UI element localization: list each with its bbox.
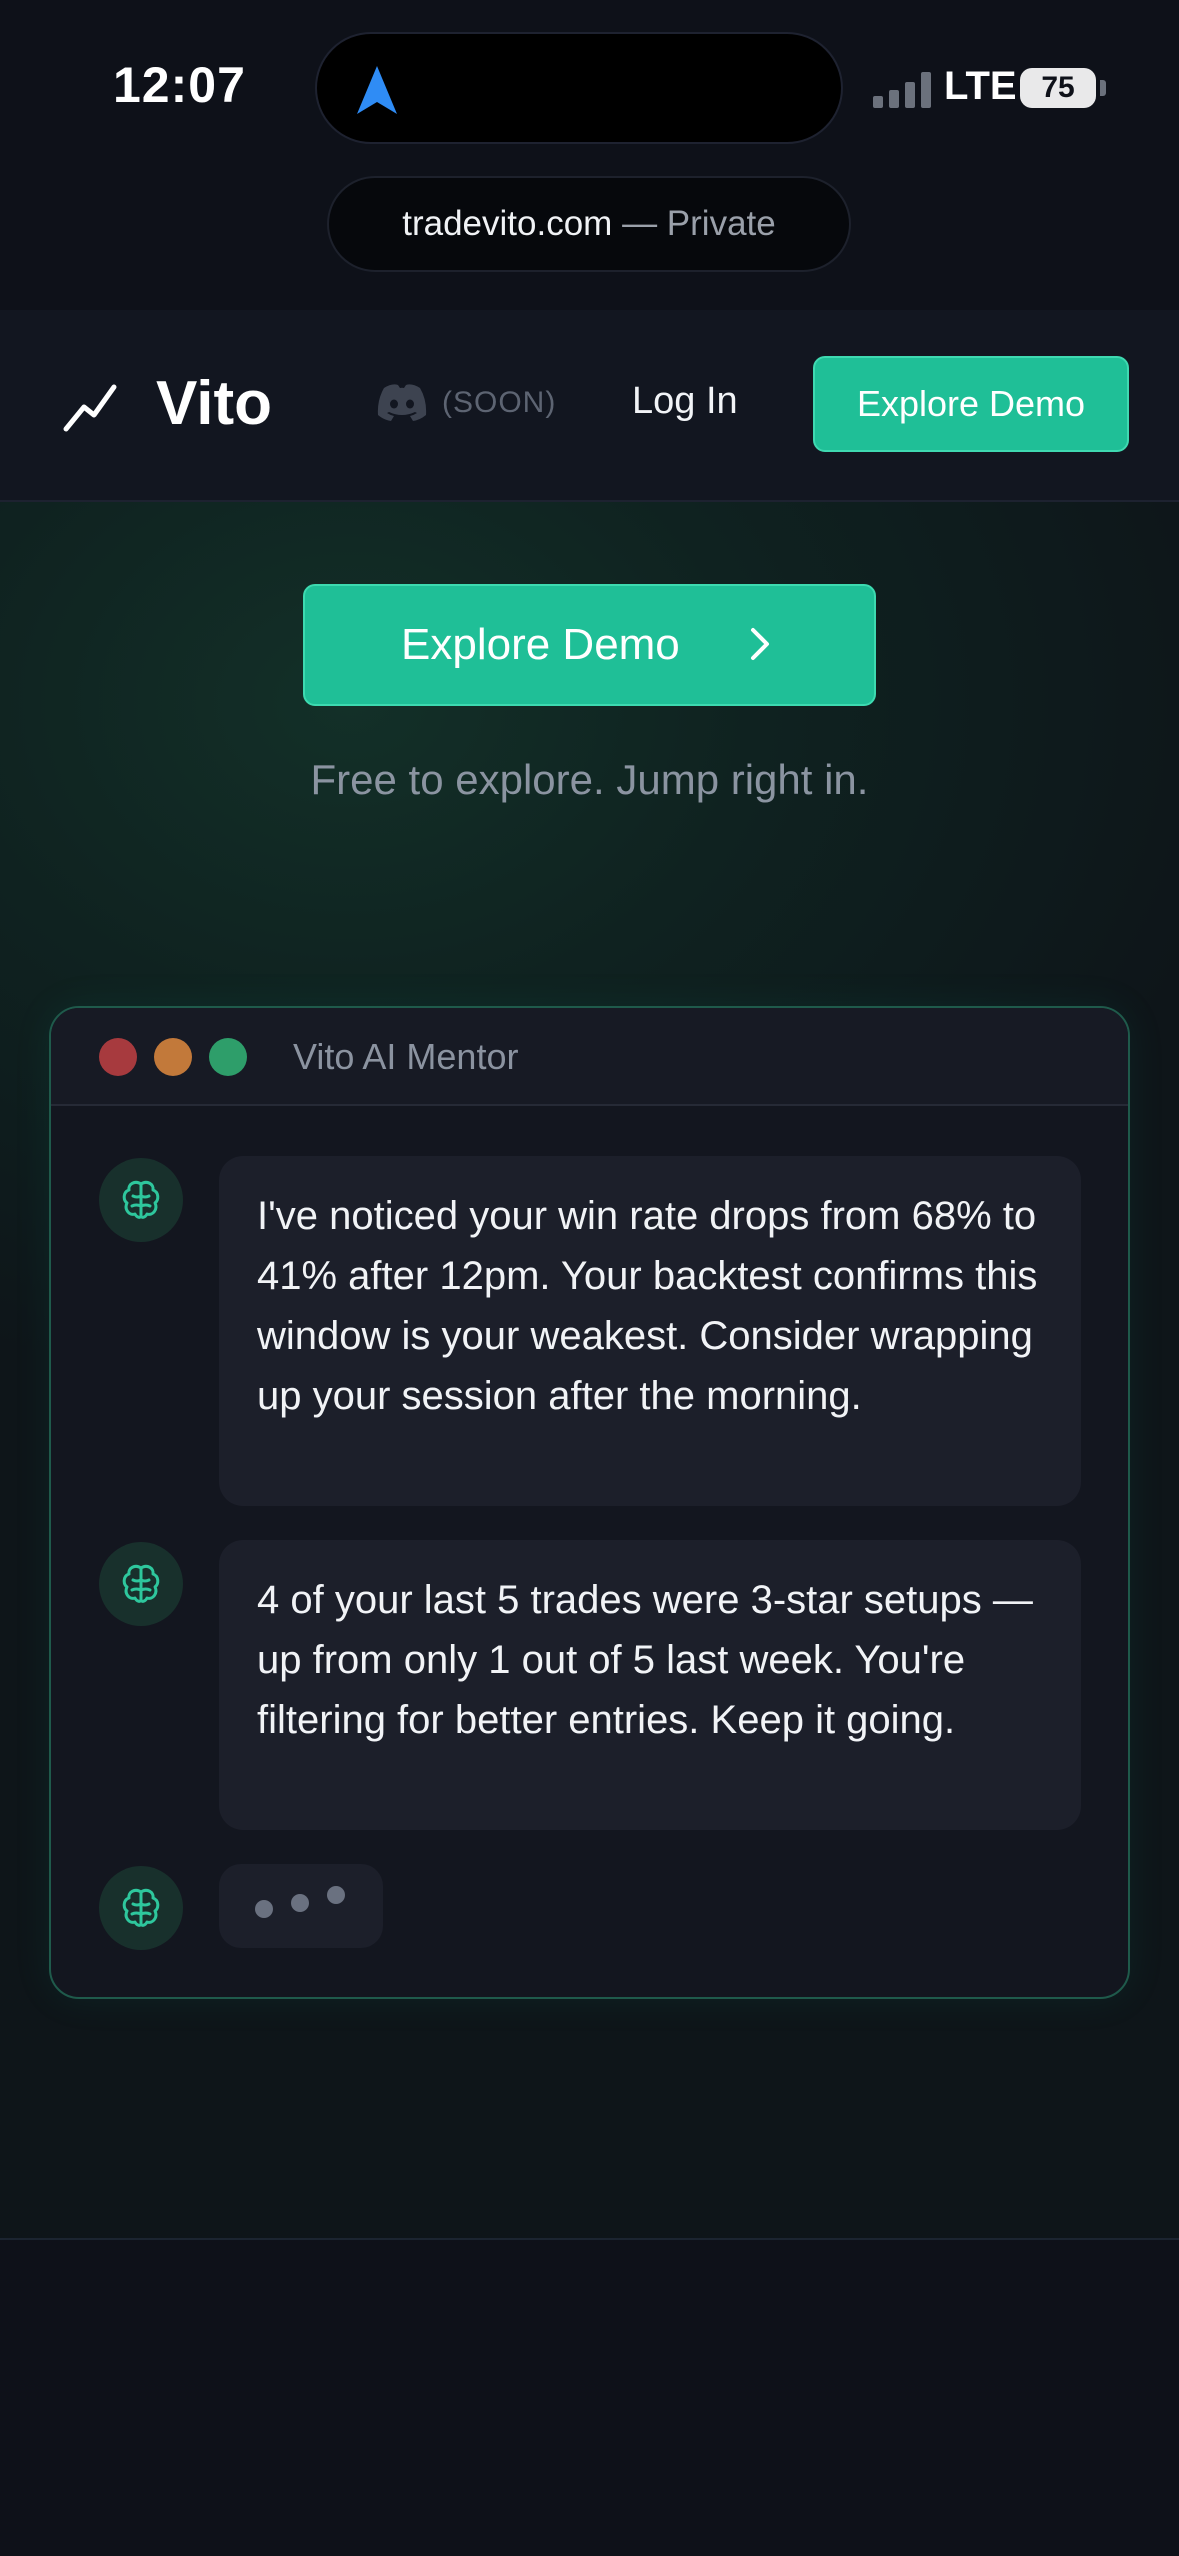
typing-dot [255, 1900, 273, 1918]
chevron-right-icon [751, 628, 769, 660]
mentor-message: I've noticed your win rate drops from 68… [219, 1156, 1081, 1506]
mentor-avatar [99, 1866, 183, 1950]
brand-logo[interactable]: Vito [156, 368, 272, 439]
mentor-message: 4 of your last 5 trades were 3-star setu… [219, 1540, 1081, 1830]
window-title: Vito AI Mentor [293, 1036, 519, 1077]
window-maximize-dot [209, 1038, 247, 1076]
signal-icon [873, 72, 935, 108]
hero-section: Explore Demo Free to explore. Jump right… [0, 502, 1179, 2240]
url-bar[interactable]: tradevito.com — Private [327, 176, 851, 272]
mentor-avatar [99, 1158, 183, 1242]
navigation-arrow-icon [357, 66, 397, 114]
typing-dot [291, 1894, 309, 1912]
dynamic-island [315, 32, 843, 144]
header-explore-demo-button[interactable]: Explore Demo [813, 356, 1129, 452]
discord-soon-badge: (SOON) [442, 386, 557, 419]
explore-demo-label: Explore Demo [401, 620, 680, 669]
status-time: 12:07 [113, 57, 246, 113]
explore-demo-button[interactable]: Explore Demo [303, 584, 876, 706]
hero-tagline: Free to explore. Jump right in. [310, 756, 869, 803]
network-type: LTE [944, 64, 1017, 108]
window-close-dot [99, 1038, 137, 1076]
mentor-avatar [99, 1542, 183, 1626]
url-host: tradevito.com [402, 204, 613, 243]
discord-icon [377, 384, 427, 421]
typing-dot [327, 1886, 345, 1904]
typing-indicator [219, 1864, 383, 1948]
window-minimize-dot [154, 1038, 192, 1076]
url-private-label: — Private [612, 204, 776, 243]
brain-icon [122, 1564, 160, 1603]
status-bar: 12:07 LTE 75 tradevito.com — Private [0, 0, 1179, 310]
site-header: Vito (SOON) Log In Explore Demo [0, 310, 1179, 502]
ai-mentor-window: Vito AI Mentor I've noticed your win rat… [49, 1006, 1130, 1999]
brain-icon [122, 1888, 160, 1927]
login-link[interactable]: Log In [632, 380, 738, 423]
brain-icon [122, 1180, 160, 1219]
battery-icon: 75 [1020, 68, 1096, 108]
battery-tip [1100, 80, 1106, 96]
window-titlebar: Vito AI Mentor [51, 1008, 1128, 1106]
trend-line-icon [63, 384, 117, 432]
